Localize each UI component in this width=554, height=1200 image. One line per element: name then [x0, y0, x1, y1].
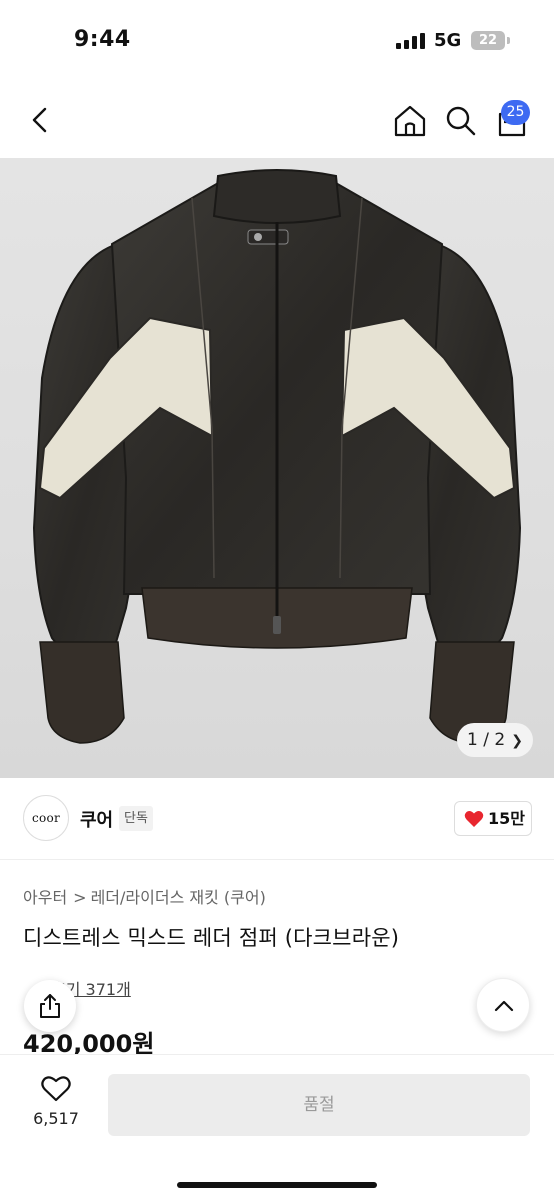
brand-row: coor 쿠어 단독 15만: [0, 778, 554, 860]
product-image-carousel[interactable]: [0, 158, 554, 778]
wishlist-button[interactable]: 6,517: [24, 1075, 88, 1128]
share-icon: [40, 994, 60, 1018]
breadcrumb-item[interactable]: 아우터: [23, 888, 67, 907]
bottom-action-bar: 6,517 품절: [0, 1054, 554, 1200]
category-breadcrumb: 아우터 > 레더/라이더스 재킷 (쿠어): [23, 884, 266, 908]
breadcrumb-item[interactable]: 레더/라이더스 재킷 (쿠어): [91, 888, 266, 907]
heart-outline-icon: [41, 1076, 71, 1102]
leather-jacket-photo: [32, 169, 522, 744]
wishlist-count: 6,517: [33, 1109, 79, 1128]
cart-count-badge: 25: [501, 100, 530, 125]
home-icon[interactable]: [391, 102, 429, 140]
exclusive-tag: 단독: [119, 806, 153, 831]
brand-name[interactable]: 쿠어: [80, 806, 113, 832]
image-counter-text: 1 / 2: [467, 730, 506, 750]
back-arrow-icon[interactable]: [24, 100, 58, 140]
status-time: 9:44: [74, 27, 131, 52]
chevron-right-icon: ❯: [511, 733, 523, 749]
brand-logo[interactable]: coor: [23, 795, 69, 841]
chevron-up-icon: [494, 1000, 514, 1012]
image-page-counter[interactable]: 1 / 2 ❯: [457, 723, 533, 757]
scroll-to-top-button[interactable]: [476, 978, 530, 1032]
cellular-signal-icon: [396, 33, 425, 49]
heart-filled-icon: [464, 811, 484, 827]
sold-out-button[interactable]: 품절: [108, 1074, 530, 1136]
share-button[interactable]: [24, 980, 76, 1032]
network-type: 5G: [434, 30, 462, 51]
product-title: 디스트레스 믹스드 레더 점퍼 (다크브라운): [23, 926, 400, 950]
like-count: 15만: [488, 809, 525, 828]
like-button[interactable]: 15만: [454, 801, 532, 836]
battery-cap: [507, 37, 510, 44]
breadcrumb-separator: >: [73, 888, 87, 907]
search-icon[interactable]: [442, 102, 480, 140]
top-nav-bar: [0, 80, 554, 158]
battery-icon: 22: [471, 31, 505, 50]
home-indicator: [177, 1182, 377, 1188]
status-bar: 9:44 5G 22: [0, 0, 554, 80]
